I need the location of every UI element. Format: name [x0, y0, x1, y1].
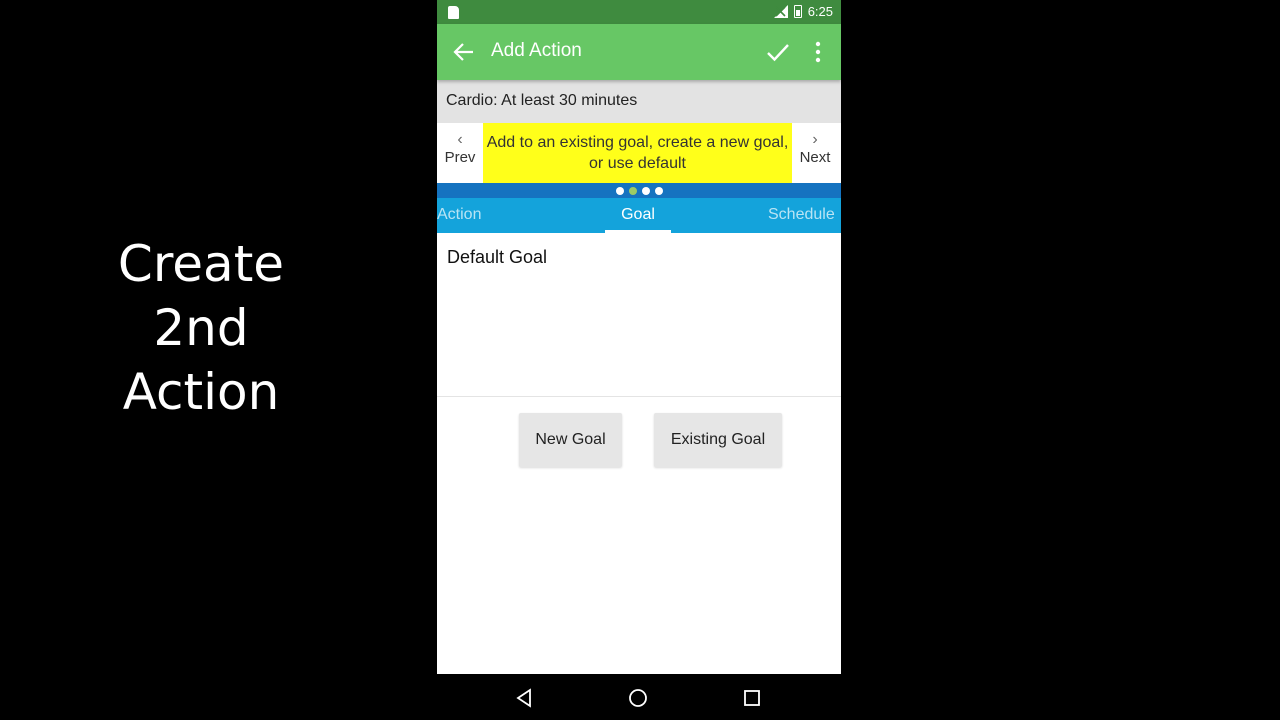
system-nav-bar [437, 674, 841, 720]
caption-line-3: Action [122, 363, 280, 421]
caption-line-2: 2nd [153, 299, 249, 357]
sim-card-icon [448, 6, 459, 19]
tab-schedule[interactable]: Schedule [768, 198, 835, 233]
tab-goal[interactable]: Goal [605, 198, 671, 233]
status-time: 6:25 [807, 4, 833, 19]
video-caption: Create 2nd Action [60, 232, 342, 424]
goal-content: Default Goal New Goal Existing Goal [437, 233, 841, 674]
tab-bar: Action Goal Schedule [437, 198, 841, 233]
pager-dot-active [628, 186, 637, 195]
tip-next-button[interactable]: › Next [792, 123, 838, 183]
app-bar: Add Action [437, 24, 841, 80]
signal-off-icon [773, 5, 788, 18]
check-icon[interactable] [766, 41, 790, 63]
chevron-right-icon: › [812, 131, 818, 148]
existing-goal-button[interactable]: Existing Goal [654, 413, 782, 467]
pager-dot [641, 186, 650, 195]
new-goal-button[interactable]: New Goal [519, 413, 622, 467]
tip-prev-button[interactable]: ‹ Prev [437, 123, 483, 183]
arrow-left-icon[interactable] [453, 40, 475, 64]
status-bar: 6:25 [437, 0, 841, 24]
pager-dot [654, 186, 663, 195]
tip-bar: ‹ Prev Add to an existing goal, create a… [437, 123, 841, 183]
more-vertical-icon[interactable] [814, 40, 822, 64]
tab-action[interactable]: Action [437, 198, 481, 233]
tip-prev-label: Prev [444, 149, 476, 166]
nav-home-icon[interactable] [628, 688, 648, 708]
selected-goal-name: Default Goal [447, 247, 548, 267]
pager-dot [615, 186, 624, 195]
divider [437, 396, 841, 397]
chevron-left-icon: ‹ [457, 131, 463, 148]
status-right: 6:25 [773, 4, 833, 19]
nav-back-icon[interactable] [514, 688, 534, 708]
phone-screen: 6:25 Add Action Cardio: At least 30 minu… [437, 0, 841, 720]
nav-recents-icon[interactable] [742, 688, 762, 708]
action-subheader: Cardio: At least 30 minutes [437, 80, 841, 123]
battery-icon [793, 5, 802, 18]
tip-next-label: Next [799, 149, 831, 166]
tip-message: Add to an existing goal, create a new go… [483, 123, 792, 183]
app-bar-title: Add Action [491, 40, 582, 61]
caption-line-1: Create [117, 235, 285, 293]
pager-indicator [437, 183, 841, 198]
